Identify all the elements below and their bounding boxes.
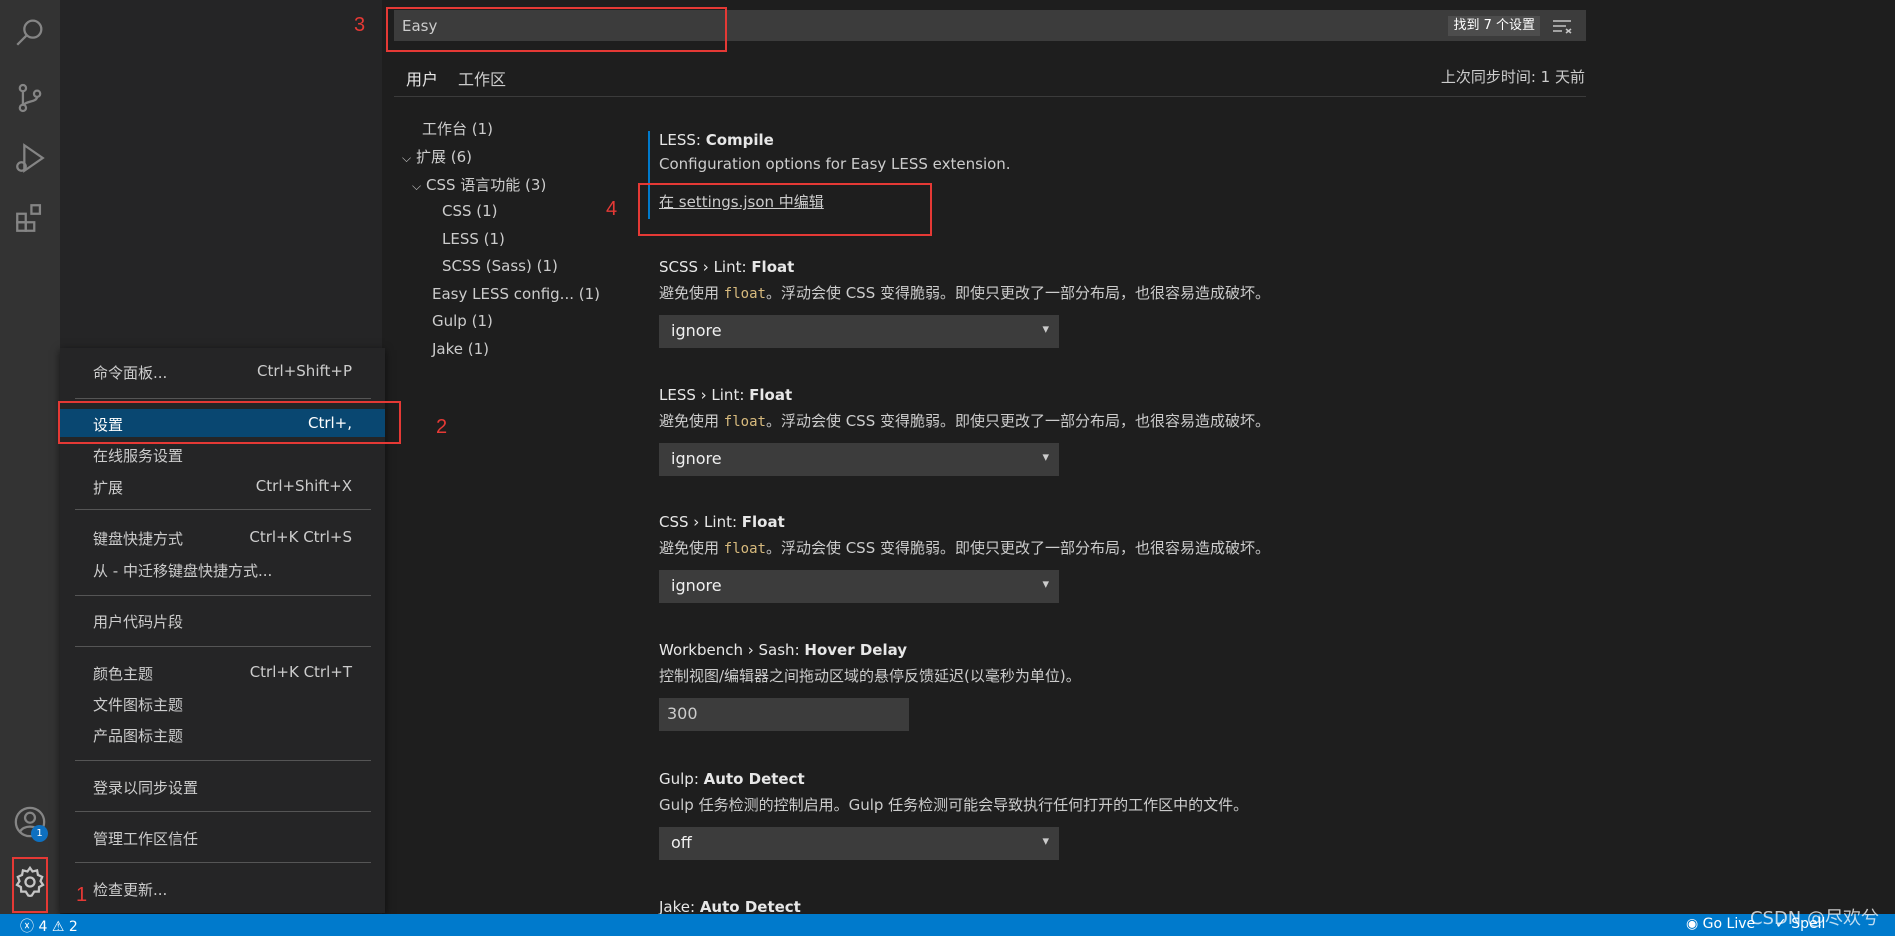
accounts-badge: 1 (31, 825, 48, 842)
search-icon[interactable] (10, 12, 50, 52)
setting-dropdown[interactable]: ignore ▾ (659, 315, 1059, 348)
menu-item-online-services[interactable]: 在线服务设置 (60, 440, 385, 468)
status-bar: ⓧ 4 ⚠ 2 ◉ Go Live ✓ Spell (0, 914, 1895, 936)
error-icon: ⓧ (20, 919, 34, 935)
menu-separator (75, 811, 371, 812)
menu-separator (75, 760, 371, 761)
annotation-box-4 (638, 183, 932, 236)
menu-item-extensions[interactable]: 扩展 Ctrl+Shift+X (60, 472, 385, 500)
found-count-badge: 找到 7 个设置 (1448, 16, 1540, 36)
setting-dropdown[interactable]: ignore ▾ (659, 443, 1059, 476)
extensions-icon[interactable] (10, 198, 50, 238)
chevron-down-icon: ▾ (1042, 577, 1049, 592)
menu-item-file-icon-theme[interactable]: 文件图标主题 (60, 689, 385, 717)
menu-separator (75, 509, 371, 510)
setting-dropdown[interactable]: ignore ▾ (659, 570, 1059, 603)
menu-separator (75, 646, 371, 647)
source-control-icon[interactable] (10, 78, 50, 118)
problems-indicator[interactable]: ⓧ 4 ⚠ 2 (20, 916, 78, 936)
tab-divider (394, 96, 1586, 97)
setting-scss-lint-float: SCSS › Lint: Float 避免使用 float。浮动会使 CSS 变… (659, 258, 1559, 348)
setting-description: 避免使用 float。浮动会使 CSS 变得脆弱。即使只更改了一部分布局，也很容… (659, 284, 1270, 302)
menu-item-migrate-keybindings[interactable]: 从 - 中迁移键盘快捷方式... (60, 555, 385, 583)
setting-title: CSS › Lint: Float (659, 513, 785, 531)
setting-number-input[interactable]: 300 (659, 698, 909, 731)
menu-separator (75, 862, 371, 863)
menu-item-sync-settings[interactable]: 登录以同步设置 (60, 772, 385, 800)
setting-description: Configuration options for Easy LESS exte… (659, 155, 1011, 173)
setting-title: Gulp: Auto Detect (659, 770, 805, 788)
toc-item[interactable]: Gulp (1) (432, 312, 493, 330)
filter-icon[interactable] (1552, 18, 1572, 34)
warning-icon: ⚠ (51, 919, 65, 935)
toc-item[interactable]: ⌵ CSS 语言功能 (3) (412, 174, 546, 195)
menu-item-workspace-trust[interactable]: 管理工作区信任 (60, 823, 385, 851)
annotation-number: 2 (436, 416, 448, 438)
tab-workspace[interactable]: 工作区 (458, 66, 506, 90)
setting-description: 避免使用 float。浮动会使 CSS 变得脆弱。即使只更改了一部分布局，也很容… (659, 539, 1270, 557)
menu-separator (75, 398, 371, 399)
annotation-number: 1 (76, 884, 88, 906)
setting-gulp-auto-detect: Gulp: Auto Detect Gulp 任务检测的控制启用。Gulp 任务… (659, 770, 1559, 860)
menu-item-check-updates[interactable]: 检查更新... (60, 874, 385, 902)
chevron-down-icon: ▾ (1042, 834, 1049, 849)
toc-item[interactable]: ⌵ 扩展 (6) (402, 146, 472, 167)
menu-item-keyboard-shortcuts[interactable]: 键盘快捷方式 Ctrl+K Ctrl+S (60, 523, 385, 551)
setting-title: LESS › Lint: Float (659, 386, 793, 404)
menu-separator (75, 595, 371, 596)
setting-description: 避免使用 float。浮动会使 CSS 变得脆弱。即使只更改了一部分布局，也很容… (659, 412, 1270, 430)
setting-title: Workbench › Sash: Hover Delay (659, 641, 908, 659)
menu-item-user-snippets[interactable]: 用户代码片段 (60, 606, 385, 634)
run-debug-icon[interactable] (10, 138, 50, 178)
setting-description: 控制视图/编辑器之间拖动区域的悬停反馈延迟(以毫秒为单位)。 (659, 667, 1081, 685)
chevron-down-icon: ▾ (1042, 322, 1049, 337)
tab-user[interactable]: 用户 (406, 66, 439, 97)
activity-bar: 1 (0, 0, 60, 914)
toc-item[interactable]: 工作台 (1) (422, 118, 493, 139)
menu-item-product-icon-theme[interactable]: 产品图标主题 (60, 720, 385, 748)
toc-item[interactable]: Jake (1) (432, 340, 489, 358)
toc-item[interactable]: CSS (1) (442, 202, 498, 220)
annotation-box-3 (386, 7, 727, 52)
setting-description: Gulp 任务检测的控制启用。Gulp 任务检测可能会导致执行任何打开的工作区中… (659, 796, 1249, 814)
setting-less-lint-float: LESS › Lint: Float 避免使用 float。浮动会使 CSS 变… (659, 386, 1559, 476)
toc-item[interactable]: Easy LESS config... (1) (432, 285, 600, 303)
annotation-box-1 (12, 857, 48, 913)
annotation-number: 4 (606, 198, 618, 220)
annotation-number: 3 (354, 14, 366, 36)
go-live-button[interactable]: ◉ Go Live (1686, 916, 1755, 932)
menu-item-command-palette[interactable]: 命令面板... Ctrl+Shift+P (60, 357, 385, 385)
setting-css-lint-float: CSS › Lint: Float 避免使用 float。浮动会使 CSS 变得… (659, 513, 1559, 603)
broadcast-icon: ◉ (1686, 916, 1699, 932)
chevron-down-icon: ⌵ (412, 179, 422, 193)
annotation-box-2 (58, 401, 401, 444)
chevron-down-icon: ▾ (1042, 450, 1049, 465)
setting-dropdown[interactable]: off ▾ (659, 827, 1059, 860)
chevron-down-icon: ⌵ (402, 151, 412, 165)
watermark: CSDN @尽欢兮 (1749, 908, 1879, 929)
last-sync-time: 上次同步时间: 1 天前 (1440, 68, 1585, 86)
menu-item-color-theme[interactable]: 颜色主题 Ctrl+K Ctrl+T (60, 658, 385, 686)
setting-title: LESS: Compile (659, 131, 774, 149)
setting-sash-hover-delay: Workbench › Sash: Hover Delay 控制视图/编辑器之间… (659, 641, 1559, 731)
setting-title: SCSS › Lint: Float (659, 258, 795, 276)
toc-item[interactable]: LESS (1) (442, 230, 505, 248)
toc-item[interactable]: SCSS (Sass) (1) (442, 257, 558, 275)
